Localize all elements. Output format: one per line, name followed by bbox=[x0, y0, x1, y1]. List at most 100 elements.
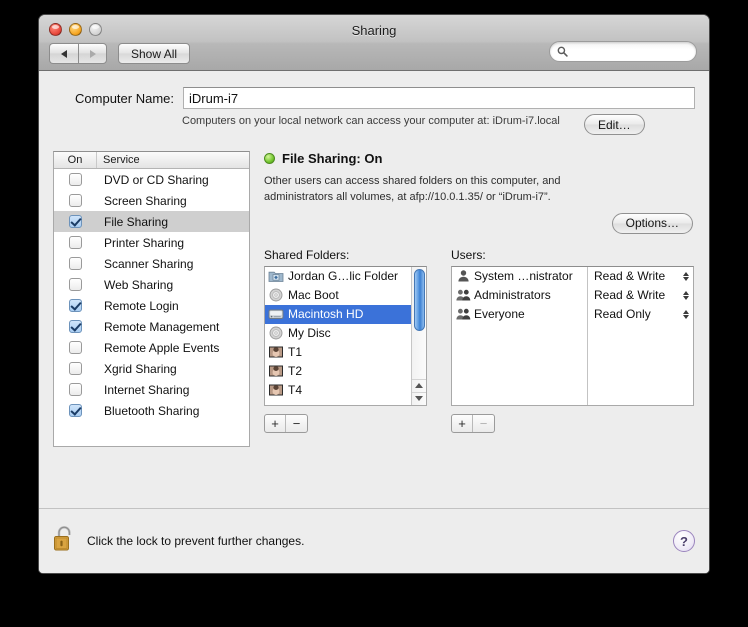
shared-folder-label: T1 bbox=[288, 345, 303, 360]
search-field[interactable] bbox=[549, 41, 697, 62]
chevron-right-icon bbox=[89, 49, 96, 58]
service-row[interactable]: File Sharing bbox=[54, 211, 249, 232]
permission-row[interactable]: Read Only bbox=[588, 305, 693, 324]
help-button[interactable]: ? bbox=[673, 530, 695, 552]
photo-icon bbox=[268, 364, 284, 379]
permission-stepper[interactable] bbox=[683, 290, 689, 300]
column-header-on: On bbox=[54, 152, 97, 168]
scroll-down-button[interactable] bbox=[412, 391, 426, 405]
computer-name-hint: Computers on your local network can acce… bbox=[182, 115, 560, 127]
service-label: Xgrid Sharing bbox=[104, 361, 177, 376]
service-label: Printer Sharing bbox=[104, 235, 185, 250]
users-name-column: System …nistrator Administrators Everyone bbox=[452, 266, 588, 405]
user-name: Everyone bbox=[474, 307, 525, 322]
service-checkbox-cell bbox=[54, 236, 97, 249]
service-row[interactable]: Remote Login bbox=[54, 295, 249, 316]
scrollbar-thumb[interactable] bbox=[414, 268, 425, 331]
unlocked-padlock-icon[interactable] bbox=[53, 524, 78, 559]
lock-message: Click the lock to prevent further change… bbox=[87, 534, 305, 548]
photo-icon bbox=[268, 383, 284, 398]
user-row[interactable]: System …nistrator bbox=[452, 267, 587, 286]
service-checkbox[interactable] bbox=[69, 299, 82, 312]
shared-folder-row[interactable]: T4 bbox=[265, 381, 411, 400]
service-label: Remote Management bbox=[104, 319, 220, 334]
stepper-down-icon[interactable] bbox=[683, 295, 689, 300]
service-row[interactable]: Xgrid Sharing bbox=[54, 358, 249, 379]
user-name: System …nistrator bbox=[474, 269, 573, 284]
shared-folder-row[interactable]: T1 bbox=[265, 343, 411, 362]
users-column: Users: System …nistrator Administrators Ev… bbox=[451, 248, 694, 433]
service-checkbox-cell bbox=[54, 341, 97, 354]
caret-down-icon bbox=[415, 396, 423, 402]
shared-folder-row[interactable]: Jordan G…lic Folder bbox=[265, 267, 411, 286]
service-label: Screen Sharing bbox=[104, 193, 187, 208]
service-checkbox[interactable] bbox=[69, 320, 82, 333]
add-shared-folder-button[interactable]: + bbox=[265, 414, 286, 432]
service-checkbox[interactable] bbox=[69, 404, 82, 417]
services-list[interactable]: On Service DVD or CD Sharing Screen Shari… bbox=[53, 151, 250, 447]
service-checkbox[interactable] bbox=[69, 383, 82, 396]
service-checkbox-cell bbox=[54, 404, 97, 417]
service-label: Remote Login bbox=[104, 298, 179, 313]
shared-folder-row[interactable]: T2 bbox=[265, 362, 411, 381]
service-row[interactable]: Scanner Sharing bbox=[54, 253, 249, 274]
remove-shared-folder-button[interactable]: − bbox=[286, 415, 307, 432]
service-checkbox[interactable] bbox=[69, 215, 82, 228]
add-user-button[interactable]: + bbox=[452, 414, 473, 432]
options-button[interactable]: Options… bbox=[611, 212, 693, 234]
service-checkbox[interactable] bbox=[69, 341, 82, 354]
service-row[interactable]: Internet Sharing bbox=[54, 379, 249, 400]
computer-name-row: Computer Name: bbox=[39, 71, 709, 109]
single-user-icon bbox=[456, 269, 471, 283]
edit-button[interactable]: Edit… bbox=[584, 114, 645, 135]
lock-area: Click the lock to prevent further change… bbox=[53, 524, 673, 559]
service-row[interactable]: Remote Management bbox=[54, 316, 249, 337]
permission-row[interactable]: Read & Write bbox=[588, 267, 693, 286]
scroll-up-button[interactable] bbox=[412, 378, 426, 392]
permission-stepper[interactable] bbox=[683, 271, 689, 281]
show-all-button[interactable]: Show All bbox=[118, 43, 191, 64]
remove-user-button: − bbox=[479, 415, 488, 431]
permission-stepper[interactable] bbox=[683, 309, 689, 319]
stepper-down-icon[interactable] bbox=[683, 276, 689, 281]
stepper-down-icon[interactable] bbox=[683, 314, 689, 319]
folders-and-users: Shared Folders: Jordan G…lic Folder Mac B… bbox=[264, 248, 695, 433]
service-checkbox[interactable] bbox=[69, 173, 82, 186]
service-label: Bluetooth Sharing bbox=[104, 403, 200, 418]
service-row[interactable]: Bluetooth Sharing bbox=[54, 400, 249, 421]
service-row[interactable]: DVD or CD Sharing bbox=[54, 169, 249, 190]
service-row[interactable]: Web Sharing bbox=[54, 274, 249, 295]
service-checkbox[interactable] bbox=[69, 362, 82, 375]
scrollbar-arrows bbox=[412, 378, 426, 405]
shared-folder-row[interactable]: Mac Boot bbox=[265, 286, 411, 305]
status-indicator-icon bbox=[264, 153, 275, 164]
service-row[interactable]: Printer Sharing bbox=[54, 232, 249, 253]
service-checkbox-cell bbox=[54, 194, 97, 207]
service-checkbox[interactable] bbox=[69, 257, 82, 270]
stepper-up-icon[interactable] bbox=[683, 290, 689, 295]
user-row[interactable]: Administrators bbox=[452, 286, 587, 305]
shared-folder-row[interactable]: Macintosh HD bbox=[265, 304, 411, 324]
service-row[interactable]: Remote Apple Events bbox=[54, 337, 249, 358]
user-row[interactable]: Everyone bbox=[452, 305, 587, 324]
disc-icon bbox=[268, 326, 284, 341]
search-input[interactable] bbox=[572, 44, 690, 59]
users-list[interactable]: System …nistrator Administrators Everyone … bbox=[451, 265, 694, 406]
back-button[interactable] bbox=[49, 43, 78, 64]
shared-folders-scrollbar[interactable] bbox=[411, 266, 426, 405]
service-checkbox[interactable] bbox=[69, 236, 82, 249]
service-label: Web Sharing bbox=[104, 277, 174, 292]
group-users-icon bbox=[456, 307, 471, 321]
service-row[interactable]: Screen Sharing bbox=[54, 190, 249, 211]
service-checkbox[interactable] bbox=[69, 278, 82, 291]
shared-folder-row[interactable]: My Disc bbox=[265, 324, 411, 343]
stepper-up-icon[interactable] bbox=[683, 271, 689, 276]
public-folder-icon bbox=[268, 269, 284, 284]
stepper-up-icon[interactable] bbox=[683, 309, 689, 314]
service-checkbox-cell bbox=[54, 278, 97, 291]
computer-name-input[interactable] bbox=[183, 87, 695, 109]
shared-folders-list[interactable]: Jordan G…lic Folder Mac Boot Macintosh HD M… bbox=[264, 265, 427, 406]
service-detail-panel: File Sharing: On Other users can access … bbox=[264, 151, 695, 447]
permission-row[interactable]: Read & Write bbox=[588, 286, 693, 305]
service-checkbox[interactable] bbox=[69, 194, 82, 207]
